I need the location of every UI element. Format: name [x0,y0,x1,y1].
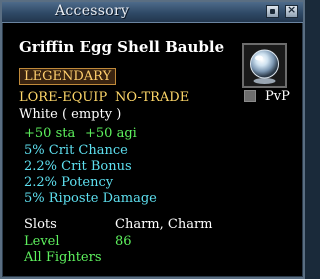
stat-agility: +50 agi [85,126,137,141]
item-name: Griffin Egg Shell Bauble [19,38,225,56]
item-examine-window: Accessory × Griffin Egg Shell Bauble PvP… [0,0,305,279]
level-label: Level [24,234,60,249]
window-title: Accessory [55,3,130,19]
class-restriction: All Fighters [24,250,102,265]
slots-label: Slots [24,217,57,232]
close-button[interactable]: × [285,3,298,18]
close-icon: × [287,3,297,16]
slots-value: Charm, Charm [115,217,213,232]
tier-badge: LEGENDARY [19,68,117,85]
adornment-slot: White ( empty ) [19,107,122,122]
stat-stamina: +50 sta [24,126,76,141]
item-icon-frame[interactable] [242,43,287,88]
effect-crit-bonus: 2.2% Crit Bonus [24,159,132,174]
crystal-orb-icon [244,45,285,86]
effect-riposte-damage: 5% Riposte Damage [24,191,157,206]
item-details: Griffin Egg Shell Bauble PvP LEGENDARY L… [2,23,303,277]
title-bar[interactable]: Accessory × [2,2,303,23]
minimize-button[interactable] [266,5,279,18]
flag-lore-equip: LORE-EQUIP [19,90,108,105]
effect-crit-chance: 5% Crit Chance [24,143,128,158]
pvp-label: PvP [265,89,290,104]
effect-potency: 2.2% Potency [24,175,114,190]
flag-no-trade: NO-TRADE [115,90,190,105]
pvp-checkbox[interactable] [244,90,256,102]
level-value: 86 [115,234,132,249]
